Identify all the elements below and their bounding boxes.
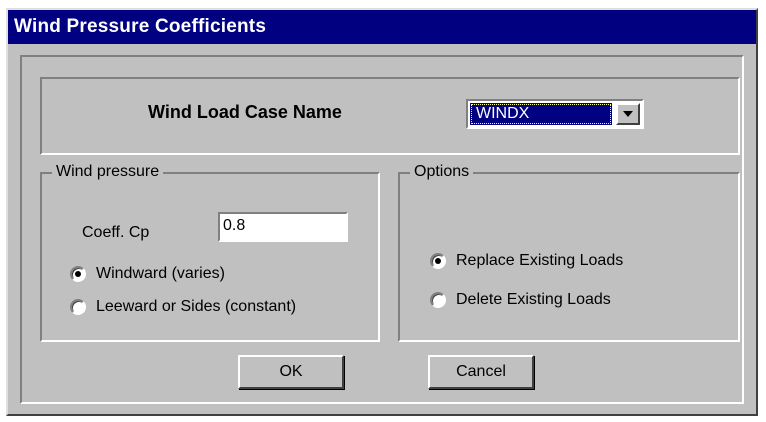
options-group: Options Replace Existing Loads Delete Ex… — [398, 163, 740, 342]
load-case-selected-value[interactable]: WINDX — [470, 103, 612, 125]
coeff-cp-input[interactable]: 0.8 — [218, 212, 348, 242]
options-group-label: Options — [410, 163, 474, 181]
load-case-panel: Wind Load Case Name WINDX — [40, 77, 740, 155]
radio-delete-label[interactable]: Delete Existing Loads — [456, 291, 611, 309]
radio-replace-indicator[interactable] — [430, 253, 446, 269]
title-bar[interactable]: Wind Pressure Coefficients — [8, 10, 756, 44]
radio-replace-label[interactable]: Replace Existing Loads — [456, 252, 623, 270]
wind-pressure-group-label: Wind pressure — [52, 163, 164, 181]
radio-delete-indicator[interactable] — [430, 292, 446, 308]
load-case-label: Wind Load Case Name — [148, 102, 342, 122]
radio-leeward-indicator[interactable] — [70, 299, 86, 315]
window-title: Wind Pressure Coefficients — [14, 16, 267, 37]
radio-leeward-label[interactable]: Leeward or Sides (constant) — [96, 298, 296, 316]
ok-button[interactable]: OK — [238, 355, 344, 389]
radio-windward-label[interactable]: Windward (varies) — [96, 265, 225, 283]
radio-windward-indicator[interactable] — [70, 266, 86, 282]
wind-pressure-dialog: Wind Pressure Coefficients Wind Load Cas… — [6, 8, 758, 416]
cancel-button[interactable]: Cancel — [428, 355, 534, 389]
wind-pressure-group: Wind pressure Coeff. Cp 0.8 Windward (va… — [40, 163, 380, 342]
load-case-dropdown[interactable]: WINDX — [466, 99, 644, 129]
chevron-down-icon[interactable] — [616, 103, 640, 125]
coeff-cp-label: Coeff. Cp — [82, 224, 150, 241]
